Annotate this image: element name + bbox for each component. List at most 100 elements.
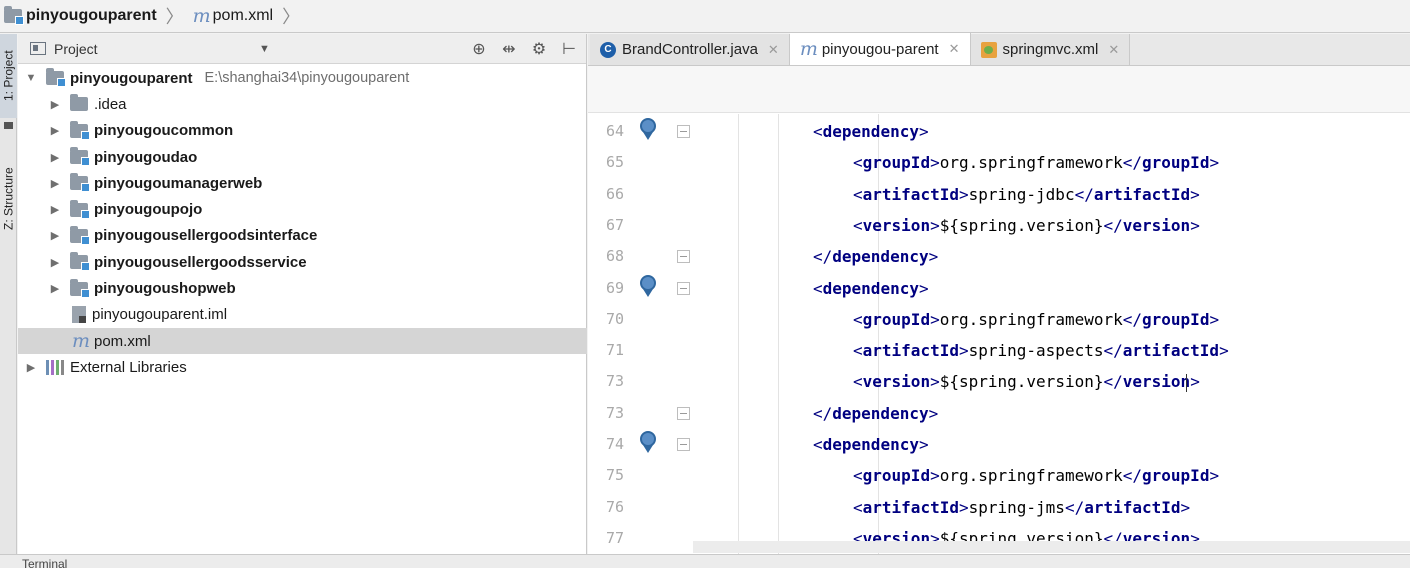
tree-item[interactable]: ▶ pinyougoushopweb — [18, 275, 587, 301]
fold-marker-icon[interactable] — [677, 250, 690, 264]
xml-tag-name: groupId — [1142, 466, 1210, 486]
tree-item-label: pinyougoumanagerweb — [94, 174, 263, 192]
fold-marker-icon[interactable] — [677, 406, 690, 420]
code-line: <dependency> — [813, 116, 929, 147]
xml-tag-name: groupId — [862, 309, 931, 329]
line-number: 74 — [605, 435, 624, 453]
project-view-icon — [30, 42, 46, 55]
line-number: 73 — [605, 403, 624, 422]
editor-tab[interactable]: m pinyougou-parent ✕ — [789, 33, 971, 65]
xml-tag-name: artifactId — [862, 341, 959, 361]
project-tool-tab[interactable]: 1: Project — [0, 34, 17, 118]
tree-item[interactable]: ▶ pinyougoudao — [18, 144, 587, 170]
code-area[interactable]: <dependency> <groupId>org.springframework… — [690, 114, 1410, 554]
close-icon[interactable]: ✕ — [768, 42, 779, 58]
xml-bracket: < — [853, 372, 863, 392]
editor-tab-bar: C BrandController.java ✕ m pinyougou-parent ✕… — [588, 33, 1410, 66]
gear-icon[interactable]: ⚙ — [530, 39, 548, 59]
xml-text: spring-jdbc — [968, 184, 1075, 204]
structure-tool-tab[interactable]: Z: Structure — [0, 144, 17, 254]
tree-item-label: pinyougousellergoodsservice — [94, 253, 307, 271]
collapse-arrow-icon[interactable]: ▶ — [22, 361, 40, 374]
tree-item[interactable]: ▶ pinyougoumanagerweb — [18, 170, 587, 196]
xml-bracket: < — [853, 153, 863, 173]
collapse-arrow-icon[interactable]: ▶ — [46, 282, 64, 295]
tree-item[interactable]: m pom.xml — [18, 327, 587, 355]
xml-bracket: </ — [813, 247, 833, 267]
tree-item[interactable]: ▶ pinyougousellergoodsinterface — [18, 223, 587, 249]
maven-dependency-gutter-icon[interactable] — [640, 431, 656, 455]
tree-item[interactable]: ▶ pinyougoucommon — [18, 118, 587, 144]
xml-text: org.springframework — [939, 153, 1123, 173]
tree-item-path: E:\shanghai34\pinyougouparent — [204, 70, 410, 87]
editor-gutter: 64 65 66 67 68 69 70 71 73 73 74 75 76 77 — [588, 114, 690, 554]
fold-marker-icon[interactable] — [677, 281, 690, 295]
collapse-arrow-icon[interactable]: ▶ — [46, 229, 64, 242]
project-view-selector[interactable]: Project — [54, 41, 98, 57]
xml-bracket: < — [853, 341, 863, 361]
xml-bracket: </ — [1064, 497, 1085, 517]
collapse-arrow-icon[interactable]: ▶ — [46, 203, 64, 216]
hide-panel-icon[interactable]: ⊢ — [560, 39, 578, 59]
line-number: 68 — [605, 247, 624, 266]
chevron-down-icon[interactable]: ▼ — [259, 43, 270, 55]
terminal-tab[interactable]: Terminal — [22, 557, 67, 568]
collapse-arrow-icon[interactable]: ▶ — [46, 124, 64, 137]
tree-item-label: pinyougoupojo — [94, 201, 203, 219]
collapse-arrow-icon[interactable]: ▶ — [46, 98, 64, 111]
line-number: 64 — [605, 122, 624, 140]
breadcrumb-project[interactable]: pinyougouparent — [26, 7, 157, 25]
tree-item[interactable]: ▼ pinyougouparent E:\shanghai34\pinyougoup… — [18, 65, 587, 91]
editor-tab[interactable]: springmvc.xml ✕ — [970, 34, 1131, 65]
module-folder-icon — [46, 68, 66, 88]
code-line: </dependency> — [813, 241, 938, 272]
module-folder-icon — [4, 6, 24, 25]
close-icon[interactable]: ✕ — [949, 41, 960, 57]
xml-bracket: > — [1209, 153, 1220, 173]
line-number: 73 — [605, 372, 624, 391]
xml-bracket: > — [1209, 309, 1220, 329]
project-tool-icon — [4, 122, 13, 129]
tree-item-label: .idea — [94, 95, 127, 113]
tree-item[interactable]: pinyougouparent.iml — [18, 302, 587, 328]
xml-tag-name: dependency — [832, 403, 929, 423]
collapse-all-icon[interactable]: ⇹ — [500, 39, 518, 59]
xml-tag-name: artifactId — [1084, 497, 1181, 517]
fold-marker-icon[interactable] — [677, 125, 690, 138]
text-cursor-icon — [1184, 374, 1190, 392]
editor-tab-label: pinyougou-parent — [821, 40, 939, 58]
horizontal-scrollbar[interactable] — [693, 541, 1410, 553]
collapse-arrow-icon[interactable]: ▶ — [46, 151, 64, 164]
xml-bracket: < — [853, 184, 863, 204]
editor-tab[interactable]: C BrandController.java ✕ — [590, 34, 790, 65]
editor-area: C BrandController.java ✕ m pinyougou-parent ✕… — [588, 33, 1410, 554]
collapse-arrow-icon[interactable]: ▶ — [46, 256, 64, 269]
maven-icon: m — [799, 37, 818, 60]
code-line: <dependency> — [813, 273, 929, 304]
tree-item[interactable]: ▶ External Libraries — [18, 354, 587, 380]
xml-tag-name: artifactId — [1093, 184, 1191, 204]
xml-tag-name: groupId — [862, 153, 931, 173]
maven-dependency-gutter-icon[interactable] — [640, 274, 656, 299]
tree-item[interactable]: ▶ pinyougoupojo — [18, 196, 587, 222]
tree-item[interactable]: ▶ .idea — [18, 91, 587, 117]
maven-dependency-gutter-icon[interactable] — [640, 118, 656, 142]
fold-marker-icon[interactable] — [677, 438, 690, 451]
module-folder-icon — [70, 278, 90, 298]
xml-tag-name: version — [862, 215, 931, 235]
xml-text: spring-aspects — [968, 341, 1104, 361]
breadcrumb-file[interactable]: pom.xml — [213, 7, 273, 25]
close-icon[interactable]: ✕ — [1108, 42, 1119, 58]
expand-arrow-icon[interactable]: ▼ — [22, 72, 40, 84]
tree-item-label: External Libraries — [70, 358, 187, 376]
scroll-from-source-icon[interactable]: ⊕ — [470, 39, 488, 59]
xml-text: spring-jms — [968, 497, 1065, 517]
collapse-arrow-icon[interactable]: ▶ — [46, 177, 64, 190]
xml-tag-name: groupId — [862, 466, 931, 486]
line-number: 76 — [605, 497, 624, 516]
tree-item[interactable]: ▶ pinyougousellergoodsservice — [18, 249, 587, 275]
xml-bracket: < — [853, 309, 863, 329]
iml-file-icon — [72, 306, 86, 324]
xml-tag-name: version — [1122, 215, 1191, 235]
code-line: <artifactId>spring-jms</artifactId> — [853, 492, 1190, 523]
